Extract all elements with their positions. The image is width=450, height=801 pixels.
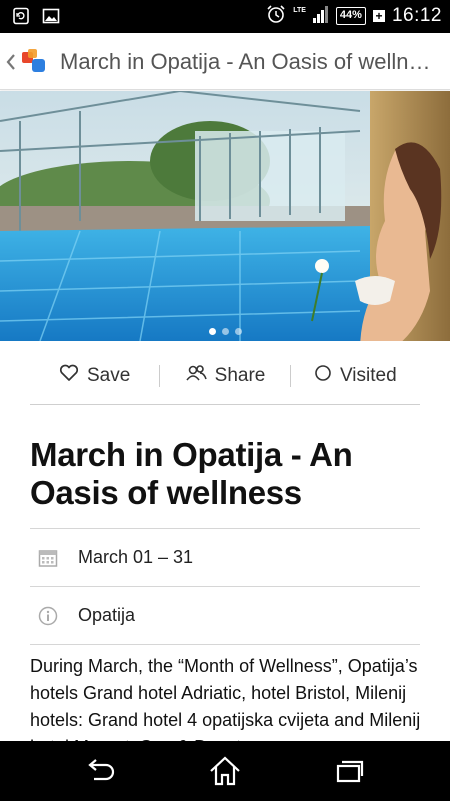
home-nav-icon[interactable] [205,755,245,787]
calendar-icon [30,548,78,568]
event-location: Opatija [78,605,136,625]
save-button[interactable]: Save [30,348,159,404]
carousel-indicator [0,328,450,335]
visited-label: Visited [339,365,397,386]
signal-icon [312,5,329,28]
share-button[interactable]: Share [160,348,289,404]
visited-button[interactable]: Visited [291,348,420,404]
image-icon [42,7,60,30]
app-bar: March in Opatija - An Oasis of wellness [0,33,450,90]
battery-level: 44% [339,9,362,21]
circle-outline-icon [314,364,332,388]
app-logo-icon[interactable] [20,47,48,75]
recents-nav-icon[interactable] [330,755,370,787]
date-row: March 01 – 31 [30,528,420,586]
carousel-dot[interactable] [221,328,229,335]
event-date: March 01 – 31 [78,547,194,567]
hero-image-carousel[interactable] [0,91,450,341]
system-nav-bar [0,741,450,801]
event-title: March in Opatija - An Oasis of wellness [30,436,353,511]
app-bar-title: March in Opatija - An Oasis of wellness [60,49,440,74]
network-type: LTE [293,6,306,14]
info-icon [30,606,78,626]
back-nav-icon[interactable] [80,755,120,787]
hero-image [0,91,450,341]
people-icon [185,364,207,388]
location-row: Opatija [30,586,420,644]
clock-time: 16:12 [391,5,442,26]
screen-rotation-icon [12,7,30,30]
back-chevron-icon[interactable] [4,50,18,74]
action-bar: Save Share Visited [30,348,420,405]
event-description: During March, the “Month of Wellness”, O… [30,656,421,741]
share-label: Share [214,365,266,386]
carousel-dot[interactable] [234,328,242,335]
battery-icon: 44% [335,7,366,25]
status-bar: LTE 44% + 16:12 [0,0,450,33]
carousel-dot[interactable] [208,328,216,335]
alarm-clock-icon [266,4,286,29]
divider [30,644,420,645]
save-label: Save [87,365,131,386]
heart-outline-icon [59,364,79,388]
charging-plus-icon: + [372,10,385,22]
